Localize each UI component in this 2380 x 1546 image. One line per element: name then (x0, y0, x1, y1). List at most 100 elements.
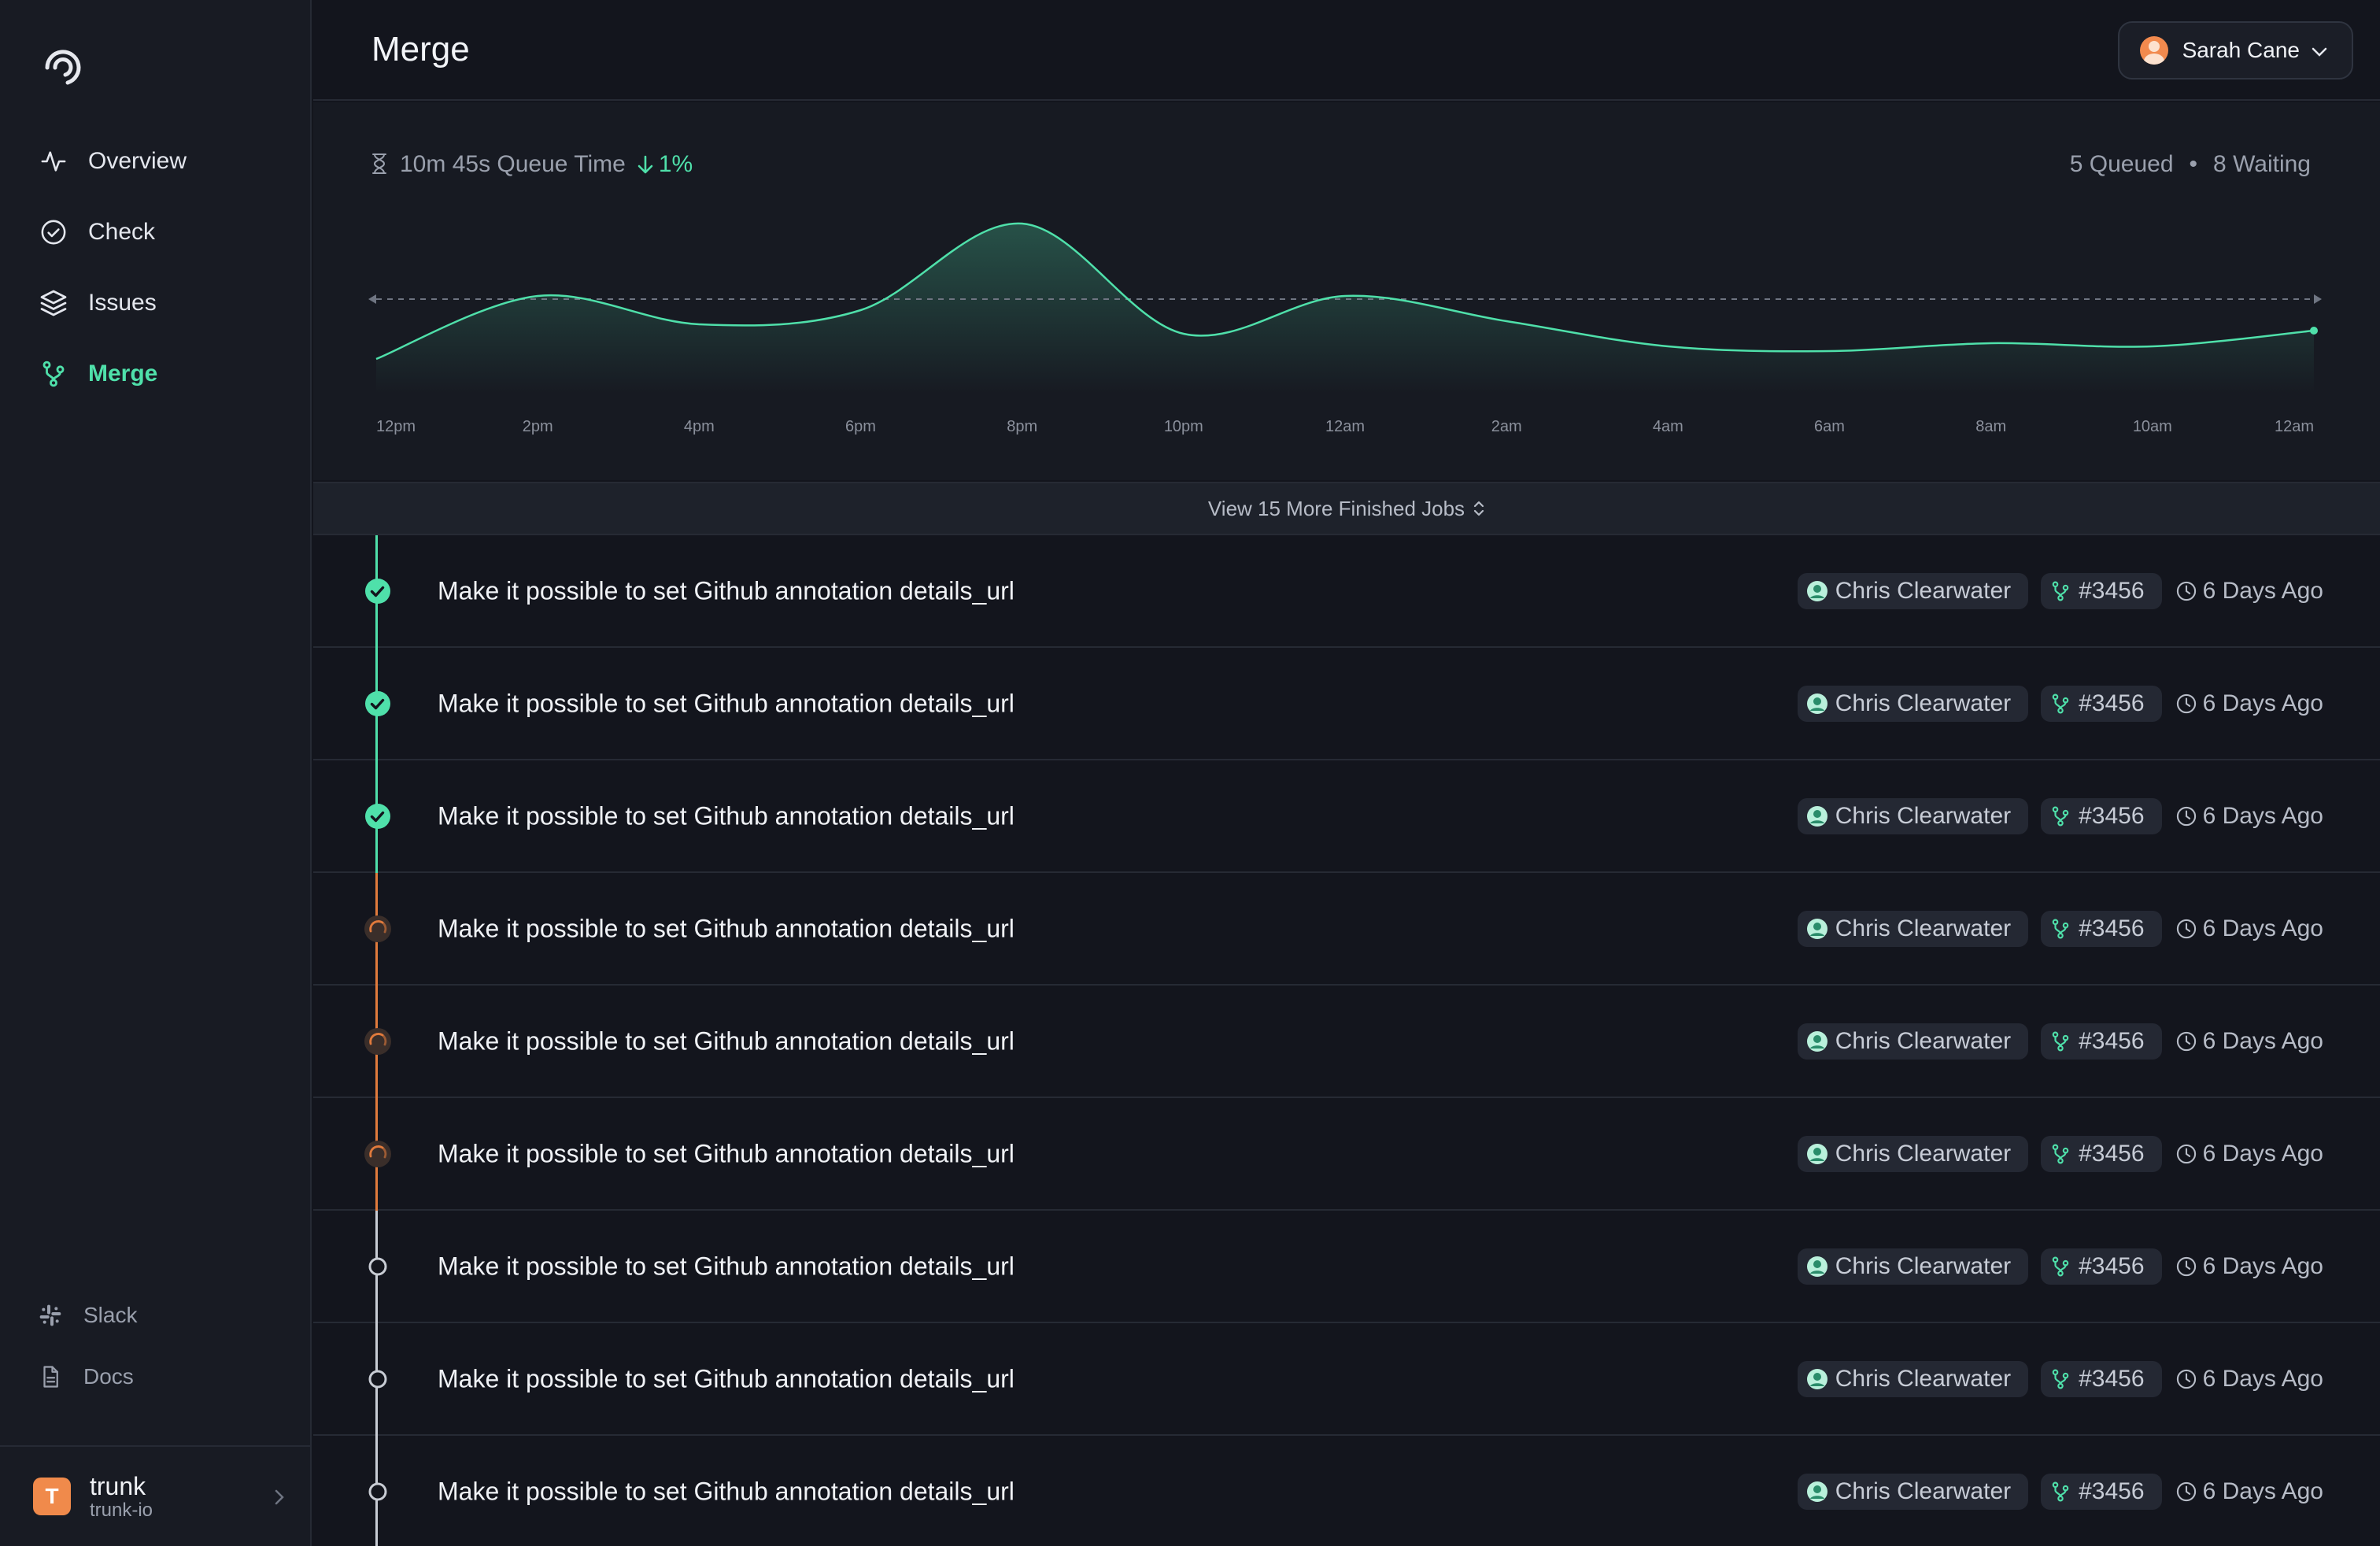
pr-chip[interactable]: #3456 (2041, 910, 2162, 947)
job-meta: Chris Clearwater #3456 6 Days Ago (1797, 910, 2323, 947)
trunk-logo-icon[interactable] (39, 44, 87, 91)
table-row[interactable]: Make it possible to set Github annotatio… (313, 1211, 2380, 1325)
author-name: Chris Clearwater (1835, 1478, 2012, 1504)
pr-chip[interactable]: #3456 (2041, 685, 2162, 722)
clock-icon (2175, 1030, 2198, 1053)
running-spinner-icon (364, 915, 392, 943)
sidebar-item-label: Overview (88, 148, 187, 174)
pr-chip[interactable]: #3456 (2041, 1248, 2162, 1285)
sidebar-item-label: Issues (88, 290, 157, 316)
job-title[interactable]: Make it possible to set Github annotatio… (438, 801, 1014, 830)
author-chip[interactable]: Chris Clearwater (1797, 1360, 2029, 1397)
clock-icon (2175, 1255, 2198, 1278)
merge-icon (2049, 917, 2072, 941)
sidebar-item-issues[interactable]: Issues (0, 268, 312, 338)
sidebar-nav: Overview Check Issues Merge (0, 126, 312, 409)
author-name: Chris Clearwater (1835, 1365, 2012, 1392)
activity-icon (38, 146, 69, 177)
job-age: 6 Days Ago (2175, 1253, 2323, 1280)
job-age-label: 6 Days Ago (2202, 1140, 2323, 1167)
pr-number: #3456 (2079, 802, 2145, 829)
user-name: Sarah Cane (2182, 38, 2300, 62)
queue-delta: 1% (637, 151, 693, 178)
docs-link-label: Docs (83, 1364, 134, 1389)
queue-delta-value: 1% (658, 151, 693, 177)
author-chip[interactable]: Chris Clearwater (1797, 1023, 2029, 1060)
x-tick-label: 6am (1814, 418, 1845, 435)
job-title[interactable]: Make it possible to set Github annotatio… (438, 1477, 1014, 1506)
table-row[interactable]: Make it possible to set Github annotatio… (313, 1098, 2380, 1212)
chart-reference-arrow (368, 294, 376, 304)
queued-circle-icon (364, 1252, 392, 1281)
pr-chip[interactable]: #3456 (2041, 797, 2162, 834)
job-title[interactable]: Make it possible to set Github annotatio… (438, 1364, 1014, 1393)
pr-chip[interactable]: #3456 (2041, 572, 2162, 609)
job-meta: Chris Clearwater #3456 6 Days Ago (1797, 1248, 2323, 1285)
table-row[interactable]: Make it possible to set Github annotatio… (313, 1436, 2380, 1546)
clock-icon (2175, 804, 2198, 828)
merge-icon (2049, 579, 2072, 603)
job-title[interactable]: Make it possible to set Github annotatio… (438, 914, 1014, 943)
user-menu-button[interactable]: Sarah Cane (2117, 21, 2353, 80)
queue-time-stat: 10m 45s Queue Time 1% (370, 151, 693, 178)
pr-chip[interactable]: #3456 (2041, 1023, 2162, 1060)
chevron-right-icon (274, 1486, 285, 1511)
job-title[interactable]: Make it possible to set Github annotatio… (438, 1026, 1014, 1056)
pr-chip[interactable]: #3456 (2041, 1473, 2162, 1510)
user-avatar-icon (1805, 692, 1829, 716)
org-name: trunk (90, 1472, 146, 1500)
sidebar-item-merge[interactable]: Merge (0, 338, 312, 409)
queued-circle-icon (364, 1478, 392, 1506)
table-row[interactable]: Make it possible to set Github annotatio… (313, 760, 2380, 875)
sidebar-bottom-links: Slack Docs (0, 1285, 312, 1407)
author-name: Chris Clearwater (1835, 577, 2012, 604)
queue-time-label: 10m 45s Queue Time (400, 151, 626, 177)
queue-chart-panel: 12pm 2pm 4pm 6pm 8pm 10pm 12am 2am 4am 6am 8am 10am… (313, 102, 2380, 480)
job-age: 6 Days Ago (2175, 578, 2323, 605)
x-tick-label: 10am (2133, 418, 2172, 435)
job-meta: Chris Clearwater #3456 6 Days Ago (1797, 1023, 2323, 1060)
job-age: 6 Days Ago (2175, 1141, 2323, 1167)
check-circle-icon (38, 216, 69, 248)
docs-link[interactable]: Docs (0, 1346, 312, 1407)
table-row[interactable]: Make it possible to set Github annotatio… (313, 535, 2380, 649)
table-row[interactable]: Make it possible to set Github annotatio… (313, 1323, 2380, 1437)
author-chip[interactable]: Chris Clearwater (1797, 572, 2029, 609)
author-chip[interactable]: Chris Clearwater (1797, 685, 2029, 722)
author-chip[interactable]: Chris Clearwater (1797, 1135, 2029, 1172)
author-chip[interactable]: Chris Clearwater (1797, 797, 2029, 834)
author-name: Chris Clearwater (1835, 1027, 2012, 1054)
chart-area-fill (376, 223, 2314, 394)
table-row[interactable]: Make it possible to set Github annotatio… (313, 986, 2380, 1100)
org-switcher[interactable]: T trunk trunk-io (0, 1445, 312, 1546)
job-title[interactable]: Make it possible to set Github annotatio… (438, 1139, 1014, 1168)
x-tick-label: 12pm (376, 418, 416, 435)
clock-icon (2175, 692, 2198, 716)
slack-link[interactable]: Slack (0, 1285, 312, 1346)
pr-chip[interactable]: #3456 (2041, 1360, 2162, 1397)
table-row[interactable]: Make it possible to set Github annotatio… (313, 648, 2380, 762)
org-slug: trunk-io (90, 1500, 153, 1521)
job-title[interactable]: Make it possible to set Github annotatio… (438, 576, 1014, 605)
author-chip[interactable]: Chris Clearwater (1797, 1473, 2029, 1510)
sidebar-item-label: Check (88, 219, 156, 245)
author-chip[interactable]: Chris Clearwater (1797, 910, 2029, 947)
table-row[interactable]: Make it possible to set Github annotatio… (313, 873, 2380, 987)
author-chip[interactable]: Chris Clearwater (1797, 1248, 2029, 1285)
x-tick-label: 4am (1653, 418, 1683, 435)
waiting-count: 8 Waiting (2213, 151, 2311, 177)
job-meta: Chris Clearwater #3456 6 Days Ago (1797, 1135, 2323, 1172)
pr-chip[interactable]: #3456 (2041, 1135, 2162, 1172)
view-more-jobs-button[interactable]: View 15 More Finished Jobs (313, 482, 2380, 535)
job-age: 6 Days Ago (2175, 803, 2323, 830)
sidebar-item-overview[interactable]: Overview (0, 126, 312, 197)
job-title[interactable]: Make it possible to set Github annotatio… (438, 1252, 1014, 1281)
job-age-label: 6 Days Ago (2202, 1365, 2323, 1392)
x-tick-label: 12am (2275, 418, 2314, 435)
x-tick-label: 8am (1975, 418, 2006, 435)
job-age-label: 6 Days Ago (2202, 577, 2323, 604)
job-title[interactable]: Make it possible to set Github annotatio… (438, 689, 1014, 718)
page-header: Merge Sarah Cane (313, 0, 2380, 101)
sidebar-item-check[interactable]: Check (0, 197, 312, 268)
job-age: 6 Days Ago (2175, 915, 2323, 942)
